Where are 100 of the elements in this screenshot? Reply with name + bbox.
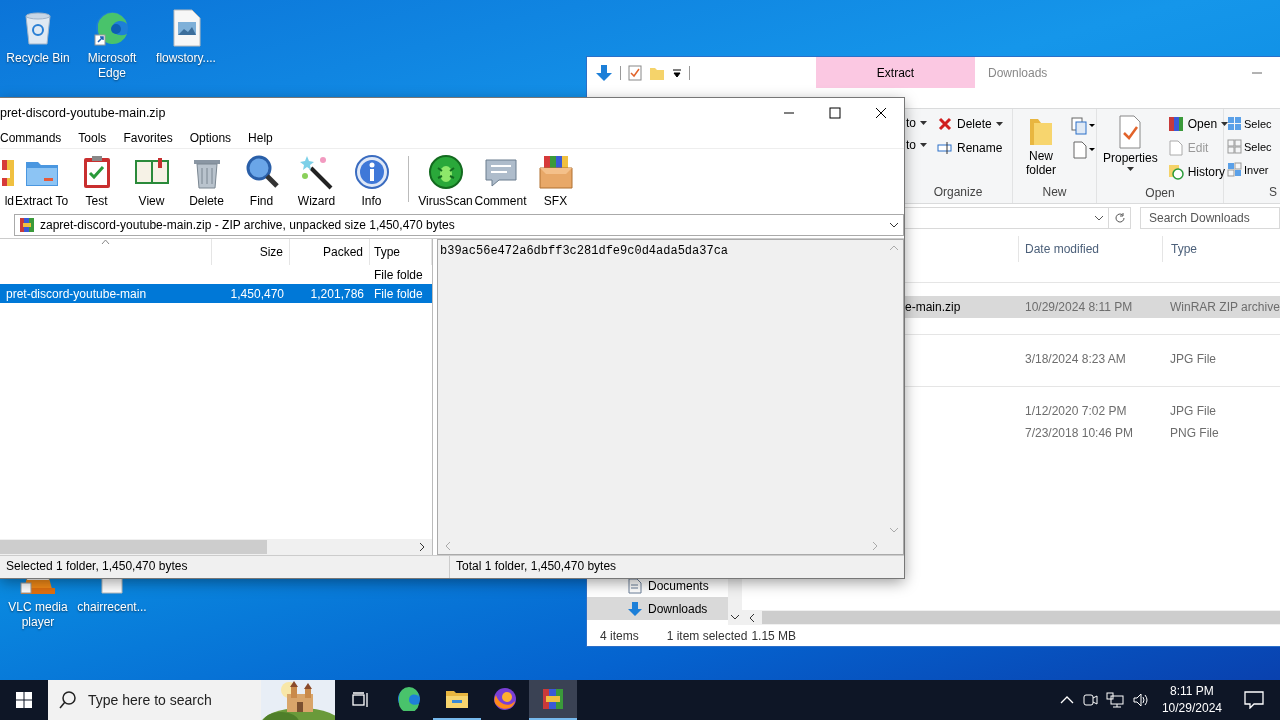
icon-label[interactable]: chairrecent... [77,600,147,615]
info-icon [353,154,390,190]
nav-item[interactable]: Downloads [587,597,728,620]
toolbar-button[interactable]: View [124,154,179,208]
books-icon [541,687,565,711]
search-field[interactable]: Type here to search [88,680,261,720]
toolbar-button[interactable]: Wizard [289,154,344,208]
group-label: New [1041,184,1068,201]
icon-label[interactable]: Recycle Bin [6,51,70,66]
path-dropdown[interactable]: zapret-discord-youtube-main.zip - ZIP archive, unpacked size 1,450,470 bytes [14,214,904,236]
status-text: Total 1 folder, 1,450,470 bytes [455,558,618,575]
menu-item[interactable]: Help [239,131,281,145]
table-cell: 7/23/2018 10:46 PM [1025,426,1134,440]
ribbon-button[interactable]: New folder [1017,113,1065,181]
status-text: 1.15 MB [751,628,797,643]
table-cell: JPG File [1170,404,1216,418]
column-header[interactable]: Type [370,239,432,265]
dropdown-arrow-icon [1126,167,1134,171]
column-header[interactable]: Date modified [1018,236,1162,262]
scroll-down-icon[interactable] [730,613,740,621]
scroll-right-icon[interactable] [418,542,426,552]
status-text: 1 item selected [666,628,748,643]
status-text: Selected 1 folder, 1,450,470 bytes [0,556,450,578]
maximize-icon [829,107,841,119]
bug-icon [427,154,464,190]
ribbon-button[interactable]: Delete [935,113,1005,135]
archive-icon [1167,116,1184,132]
windows-logo-icon [16,692,32,708]
wand-icon [298,154,335,190]
copy-items-icon[interactable] [1071,117,1095,135]
menu-item[interactable]: Commands [0,131,70,145]
toolbar-button[interactable]: Test [69,154,124,208]
file-row[interactable]: pret-discord-youtube-main 1,450,470 1,201,786 File folde [0,284,432,303]
box-icon [537,154,574,190]
dropdown-icon[interactable] [672,67,682,78]
toolbar-button[interactable]: Comment [473,154,528,208]
ribbon-button[interactable]: Rename [935,137,1005,159]
window-title: Downloads [987,64,1049,82]
table-cell: 1,450,470 [230,286,284,301]
camera-icon[interactable] [1081,692,1098,708]
toolbar-button[interactable]: Extract To [14,154,69,208]
refresh-icon [1113,212,1126,224]
status-text: 4 items [600,628,639,643]
delete-icon [937,116,953,132]
nav-item[interactable]: Documents [587,574,728,597]
column-header[interactable]: Size [212,239,290,265]
file-row[interactable]: 3/18/2024 8:23 AM JPG File [904,348,1280,370]
search-icon [59,691,77,709]
new-item-icon[interactable] [1071,141,1095,159]
file-row[interactable]: File folde [0,265,432,284]
toolbar-button[interactable]: VirusScan [418,154,473,208]
menu-item[interactable]: Tools [69,131,115,145]
notification-icon [1244,691,1264,709]
history-icon [1167,164,1184,180]
column-header[interactable]: Packed [290,239,370,265]
search-button[interactable] [48,680,88,720]
search-field[interactable]: Search Downloads [1140,207,1280,229]
down-arrow-icon [627,600,643,617]
speaker-icon[interactable] [1131,692,1150,708]
table-cell: File folde [374,286,423,301]
scrollbar-thumb[interactable] [0,540,267,554]
network-icon[interactable] [1105,692,1124,708]
toolbar-button[interactable]: SFX [528,154,583,208]
refresh-button[interactable] [1109,207,1131,229]
group-label: S [1269,185,1277,199]
archive-icon [19,217,35,233]
ribbon-button[interactable]: Properties [1101,113,1160,183]
edit-page-icon [1167,140,1184,156]
menu-item[interactable]: Favorites [114,131,181,145]
group-label: Organize [932,184,984,201]
taskbar-app[interactable] [529,680,577,720]
down-arrow-icon [595,63,613,82]
table-cell: JPG File [1170,352,1216,366]
toolbar-button[interactable]: Info [344,154,399,208]
file-row[interactable]: 7/23/2018 10:46 PM PNG File [904,422,1280,444]
ribbon-button[interactable]: to [904,135,929,155]
toolbar-button[interactable]: Find [234,154,289,208]
menu-item[interactable]: Options [180,131,240,145]
table-cell: 1,201,786 [310,286,364,301]
ribbon-button[interactable]: to [904,113,929,133]
column-header[interactable]: Type [1162,236,1280,262]
icon-label[interactable]: flowstory.... [156,51,216,66]
window-title: pret-discord-youtube-main.zip [0,106,167,120]
checklist-icon [1118,115,1143,149]
scrollbar-thumb[interactable] [762,611,1280,624]
table-cell: WinRAR ZIP archive [1170,300,1280,314]
icon-label[interactable]: VLC media player [0,600,76,630]
icon-label[interactable]: Microsoft Edge [74,51,150,81]
table-cell: 1/12/2020 7:02 PM [1025,404,1127,418]
table-cell: File folde [374,267,423,282]
scroll-left-icon[interactable] [748,612,756,623]
clock[interactable]: 8:11 PM 10/29/2024 [1157,683,1226,717]
toolbar-button[interactable]: ld [0,154,14,208]
context-tab[interactable]: Extract [816,57,975,88]
file-row[interactable]: 1/12/2020 7:02 PM JPG File [904,400,1280,422]
browser-icon [397,687,421,711]
chevron-up-icon[interactable] [1059,695,1074,705]
group-label: Open [1144,185,1176,202]
file-row[interactable]: e-main.zip 10/29/2024 8:11 PM WinRAR ZIP archive [904,296,1280,318]
toolbar-button[interactable]: Delete [179,154,234,208]
